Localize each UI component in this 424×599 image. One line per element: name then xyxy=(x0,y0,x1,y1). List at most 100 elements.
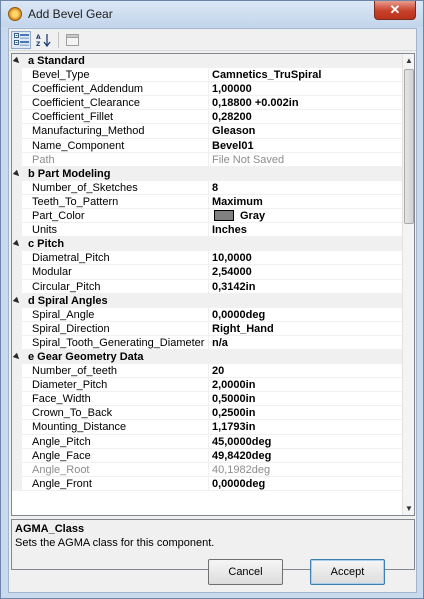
row-gutter xyxy=(12,279,22,294)
property-name: Mounting_Distance xyxy=(22,420,209,435)
alphabetical-sort-icon[interactable]: A Z xyxy=(33,31,53,49)
property-row[interactable]: Number_of_Sketches 8 xyxy=(12,180,402,195)
property-row[interactable]: Coefficient_Clearance 0,18800 +0.002in xyxy=(12,96,402,111)
property-row[interactable]: Part_Color Gray xyxy=(12,209,402,224)
property-name: Crown_To_Back xyxy=(22,406,209,421)
category-row[interactable]: b Part Modeling xyxy=(12,166,402,181)
vertical-scrollbar[interactable]: ▲ ▼ xyxy=(402,54,414,515)
collapse-triangle-icon[interactable] xyxy=(12,169,22,178)
property-value[interactable]: Maximum xyxy=(209,195,402,210)
property-value[interactable]: 10,0000 xyxy=(209,251,402,266)
property-value[interactable]: Camnetics_TruSpiral xyxy=(209,68,402,83)
property-row[interactable]: Diametral_Pitch 10,0000 xyxy=(12,251,402,266)
category-row[interactable]: e Gear Geometry Data xyxy=(12,349,402,365)
accept-button[interactable]: Accept xyxy=(310,559,385,585)
row-gutter xyxy=(12,68,22,83)
property-value[interactable]: 0,5000in xyxy=(209,392,402,407)
property-name: Spiral_Angle xyxy=(22,307,209,322)
property-row[interactable]: Spiral_Direction Right_Hand xyxy=(12,321,402,336)
property-row[interactable]: Angle_Face 49,8420deg xyxy=(12,448,402,463)
property-row[interactable]: Spiral_Angle 0,0000deg xyxy=(12,307,402,322)
description-text: Sets the AGMA class for this component. xyxy=(15,537,215,549)
row-gutter xyxy=(12,265,22,280)
property-row[interactable]: Bevel_Type Camnetics_TruSpiral xyxy=(12,68,402,83)
category-row[interactable]: d Spiral Angles xyxy=(12,293,402,308)
property-value[interactable]: Gray xyxy=(209,209,402,224)
property-row[interactable]: Number_of_teeth 20 xyxy=(12,364,402,379)
collapse-triangle-icon[interactable] xyxy=(12,56,22,66)
row-gutter xyxy=(12,82,22,97)
property-value[interactable]: 0,18800 +0.002in xyxy=(209,96,402,111)
property-value[interactable]: 2,54000 xyxy=(209,265,402,280)
property-pages-icon[interactable] xyxy=(62,31,82,49)
category-row[interactable]: a Standard xyxy=(12,54,402,69)
close-button[interactable]: ✕ xyxy=(374,1,416,20)
property-row[interactable]: Crown_To_Back 0,2500in xyxy=(12,406,402,421)
property-name: Bevel_Type xyxy=(22,68,209,83)
property-value[interactable]: 1,00000 xyxy=(209,82,402,97)
property-row[interactable]: Units Inches xyxy=(12,223,402,238)
row-gutter xyxy=(12,223,22,238)
property-row[interactable]: Circular_Pitch 0,3142in xyxy=(12,279,402,294)
property-name: Angle_Root xyxy=(22,462,209,477)
property-value[interactable]: Right_Hand xyxy=(209,322,402,336)
property-value[interactable]: Bevel01 xyxy=(209,139,402,153)
dialog-client-area: A Z a Standard Bevel_Type Camnetics_TruSpi… xyxy=(8,28,417,593)
scroll-down-icon[interactable]: ▼ xyxy=(403,502,414,515)
property-row[interactable]: Angle_Front 0,0000deg xyxy=(12,476,402,491)
title-bar[interactable]: Add Bevel Gear ✕ xyxy=(1,1,423,27)
property-name: Manufacturing_Method xyxy=(22,124,209,139)
category-label: c Pitch xyxy=(22,237,402,252)
property-row[interactable]: Spiral_Tooth_Generating_Diameter n/a xyxy=(12,335,402,350)
row-gutter xyxy=(12,392,22,407)
property-value[interactable]: 0,28200 xyxy=(209,110,402,125)
property-value[interactable]: n/a xyxy=(209,336,402,350)
property-name: Units xyxy=(22,223,209,238)
property-value[interactable]: 8 xyxy=(209,181,402,195)
property-grid: a Standard Bevel_Type Camnetics_TruSpiral C… xyxy=(11,53,415,516)
row-gutter xyxy=(12,364,22,379)
property-row[interactable]: Teeth_To_Pattern Maximum xyxy=(12,194,402,210)
property-value[interactable]: Inches xyxy=(209,223,402,238)
property-value[interactable]: 1,1793in xyxy=(209,420,402,435)
property-value[interactable]: 0,0000deg xyxy=(209,308,402,322)
row-gutter xyxy=(12,96,22,111)
row-gutter xyxy=(12,406,22,421)
property-row[interactable]: Face_Width 0,5000in xyxy=(12,392,402,407)
row-gutter xyxy=(12,124,22,139)
property-row[interactable]: Name_Component Bevel01 xyxy=(12,138,402,153)
property-row[interactable]: Coefficient_Addendum 1,00000 xyxy=(12,82,402,97)
scrollbar-thumb[interactable] xyxy=(404,69,414,224)
property-value[interactable]: 49,8420deg xyxy=(209,449,402,463)
row-gutter xyxy=(12,251,22,266)
scroll-up-icon[interactable]: ▲ xyxy=(403,54,414,67)
property-row[interactable]: Angle_Root 40,1982deg xyxy=(12,462,402,477)
property-row[interactable]: Angle_Pitch 45,0000deg xyxy=(12,434,402,449)
property-value[interactable]: Gleason xyxy=(209,124,402,139)
category-label: a Standard xyxy=(22,54,402,69)
property-value[interactable]: 0,0000deg xyxy=(209,477,402,491)
property-row[interactable]: Modular 2,54000 xyxy=(12,265,402,280)
collapse-triangle-icon[interactable] xyxy=(12,352,22,362)
property-row[interactable]: Mounting_Distance 1,1793in xyxy=(12,420,402,435)
property-value[interactable]: 0,3142in xyxy=(209,280,402,294)
property-value[interactable]: 45,0000deg xyxy=(209,435,402,449)
property-value: File Not Saved xyxy=(209,153,402,167)
row-gutter xyxy=(12,152,22,167)
property-name: Modular xyxy=(22,265,209,280)
property-name: Diameter_Pitch xyxy=(22,378,209,393)
property-name: Diametral_Pitch xyxy=(22,251,209,266)
property-row[interactable]: Diameter_Pitch 2,0000in xyxy=(12,378,402,393)
property-value[interactable]: 2,0000in xyxy=(209,378,402,393)
cancel-button[interactable]: Cancel xyxy=(208,559,283,585)
property-value[interactable]: 20 xyxy=(209,364,402,379)
property-row[interactable]: Coefficient_Fillet 0,28200 xyxy=(12,110,402,125)
collapse-triangle-icon[interactable] xyxy=(12,239,22,249)
collapse-triangle-icon[interactable] xyxy=(12,296,22,305)
property-row[interactable]: Manufacturing_Method Gleason xyxy=(12,124,402,139)
category-row[interactable]: c Pitch xyxy=(12,237,402,252)
property-name: Teeth_To_Pattern xyxy=(22,194,209,210)
property-row[interactable]: Path File Not Saved xyxy=(12,152,402,167)
property-value[interactable]: 0,2500in xyxy=(209,406,402,421)
categorized-icon[interactable] xyxy=(11,31,31,49)
